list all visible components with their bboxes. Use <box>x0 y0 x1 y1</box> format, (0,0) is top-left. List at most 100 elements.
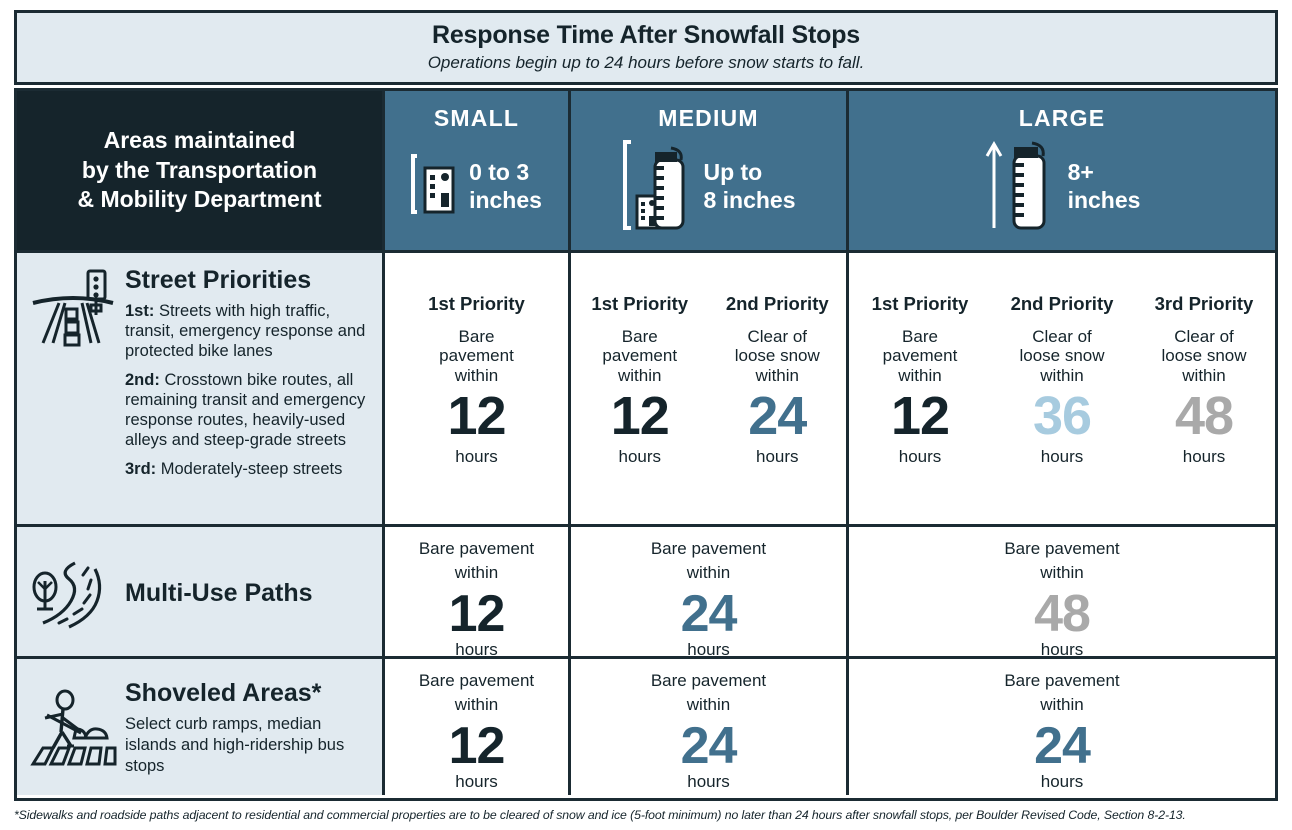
street-priority-3: 3rd: Moderately-steep streets <box>125 459 368 479</box>
value-unit: hours <box>687 640 730 660</box>
street-priority-1: 1st: Streets with high traffic, transit,… <box>125 301 368 361</box>
value-desc-line2: within <box>454 562 499 582</box>
header-department-cell: Areas maintained by the Transportation &… <box>17 91 385 250</box>
multi-use-paths-label-cell: Multi-Use Paths <box>17 527 385 656</box>
shoveled-large-cell: Bare pavement within 24 hours <box>849 659 1275 795</box>
header-column-medium: MEDIUM Up to 8 inches <box>571 91 849 250</box>
priority-heading: 3rd Priority <box>1154 293 1254 314</box>
priority-desc: Clear of loose snow within <box>1019 327 1105 385</box>
header-column-small: SMALL 0 to 3 inches <box>385 91 571 250</box>
response-time-table: Areas maintained by the Transportation &… <box>14 88 1278 801</box>
header-large-label: LARGE <box>1018 105 1106 131</box>
value-number: 12 <box>448 585 506 644</box>
snow-response-infographic: Response Time After Snowfall Stops Opera… <box>0 0 1292 830</box>
shoveled-areas-subtitle: Select curb ramps, median islands and hi… <box>125 714 345 776</box>
shoveled-areas-label-cell: Shoveled Areas* Select curb ramps, media… <box>17 659 385 795</box>
value-desc-line2: within <box>1040 694 1084 714</box>
value-number: 24 <box>680 717 738 776</box>
value-number: 24 <box>680 585 738 644</box>
shoveled-areas-title: Shoveled Areas* <box>125 679 322 708</box>
header-small-label: SMALL <box>433 105 520 131</box>
priority-unit: hours <box>1040 447 1084 467</box>
street-medium-p1: 1st Priority Bare pavement within 12 hours <box>571 253 709 524</box>
value-unit: hours <box>455 772 498 792</box>
street-medium-cell: 1st Priority Bare pavement within 12 hours… <box>571 253 849 524</box>
priority-unit: hours <box>1182 447 1226 467</box>
road-traffic-signal-icon <box>29 267 117 352</box>
value-number: 48 <box>1034 585 1091 644</box>
street-small-p1: 1st Priority Bare pavement within 12 hours <box>385 253 568 524</box>
value-desc-line1: Bare pavement <box>650 671 767 690</box>
priority-desc: Clear of loose snow within <box>734 327 820 385</box>
value-number: 24 <box>1034 717 1091 776</box>
table-row: Street Priorities 1st: Streets with high… <box>17 253 1275 527</box>
priority-desc: Bare pavement within <box>602 327 678 385</box>
paths-small-cell: Bare pavement within 12 hours <box>385 527 571 659</box>
page-subtitle: Operations begin up to 24 hours before s… <box>427 53 865 73</box>
street-priority-3-rank: 3rd: <box>125 460 157 479</box>
value-desc-line2: within <box>686 562 731 582</box>
paths-medium-cell: Bare pavement within 24 hours <box>571 527 849 659</box>
header-large-depth-line2: inches <box>1067 187 1141 213</box>
value-desc-line1: Bare pavement <box>1004 539 1120 558</box>
value-unit: hours <box>687 772 730 792</box>
shoveled-small-cell: Bare pavement within 12 hours <box>385 659 571 795</box>
value-desc-line1: Bare pavement <box>1004 671 1120 690</box>
priority-heading: 1st Priority <box>428 293 525 314</box>
priority-heading: 1st Priority <box>871 293 969 314</box>
priority-value: 36 <box>1032 386 1092 447</box>
priority-heading: 2nd Priority <box>725 293 829 314</box>
footnote: *Sidewalks and roadside paths adjacent t… <box>14 808 1186 822</box>
large-bottle-arrow-icon <box>984 134 1056 239</box>
street-priority-2: 2nd: Crosstown bike routes, all remainin… <box>125 370 368 451</box>
header-department-line2: by the Transportation <box>81 156 318 183</box>
value-unit: hours <box>1040 772 1084 792</box>
priority-unit: hours <box>618 447 662 467</box>
header-small-depth-line2: inches <box>469 187 542 213</box>
priority-unit: hours <box>455 447 498 467</box>
value-unit: hours <box>1040 640 1084 660</box>
priority-value: 24 <box>748 386 807 447</box>
title-band: Response Time After Snowfall Stops Opera… <box>14 10 1278 85</box>
street-priority-3-text: Moderately-steep streets <box>160 460 343 479</box>
table-row: Shoveled Areas* Select curb ramps, media… <box>17 659 1275 795</box>
priority-unit: hours <box>755 447 799 467</box>
street-large-p2: 2nd Priority Clear of loose snow within 36… <box>991 253 1133 524</box>
priority-value: 48 <box>1174 386 1234 447</box>
value-desc-line2: within <box>1040 562 1084 582</box>
value-desc-line2: within <box>454 694 499 714</box>
priority-heading: 1st Priority <box>591 293 689 314</box>
page-title: Response Time After Snowfall Stops <box>431 20 860 49</box>
table-header-row: Areas maintained by the Transportation &… <box>17 91 1275 253</box>
header-column-large: LARGE 8+ inches <box>849 91 1275 250</box>
header-medium-depth-line2: 8 inches <box>703 187 796 213</box>
street-large-p3: 3rd Priority Clear of loose snow within 48… <box>1133 253 1275 524</box>
value-number: 12 <box>448 717 506 776</box>
small-building-measure-icon <box>411 150 457 223</box>
header-medium-depth-line1: Up to <box>703 158 763 185</box>
street-small-cell: 1st Priority Bare pavement within 12 hours <box>385 253 571 524</box>
priority-unit: hours <box>898 447 942 467</box>
priority-desc: Bare pavement within <box>882 327 958 385</box>
header-large-depth-line1: 8+ <box>1067 158 1094 185</box>
street-priority-2-text: Crosstown bike routes, all remaining tra… <box>125 370 366 450</box>
shoveled-medium-cell: Bare pavement within 24 hours <box>571 659 849 795</box>
street-large-cell: 1st Priority Bare pavement within 12 hours… <box>849 253 1275 524</box>
street-priorities-title: Street Priorities <box>125 266 312 294</box>
street-medium-p2: 2nd Priority Clear of loose snow within 24… <box>709 253 847 524</box>
header-department-line1: Areas maintained <box>103 127 296 154</box>
value-unit: hours <box>455 640 498 660</box>
street-priority-1-rank: 1st: <box>125 301 155 320</box>
paths-large-cell: Bare pavement within 48 hours <box>849 527 1275 659</box>
priority-value: 12 <box>447 386 506 447</box>
value-desc-line1: Bare pavement <box>418 539 535 558</box>
priority-desc: Clear of loose snow within <box>1161 327 1247 385</box>
header-medium-label: MEDIUM <box>658 105 759 131</box>
multi-use-paths-title: Multi-Use Paths <box>125 578 313 607</box>
priority-desc: Bare pavement within <box>439 327 514 385</box>
value-desc-line2: within <box>686 694 731 714</box>
street-priority-1-text: Streets with high traffic, transit, emer… <box>125 301 366 360</box>
header-department-line3: & Mobility Department <box>77 186 322 213</box>
table-row: Multi-Use Paths Bare pavement within 12 … <box>17 527 1275 659</box>
header-small-depth-line1: 0 to 3 <box>469 158 530 185</box>
